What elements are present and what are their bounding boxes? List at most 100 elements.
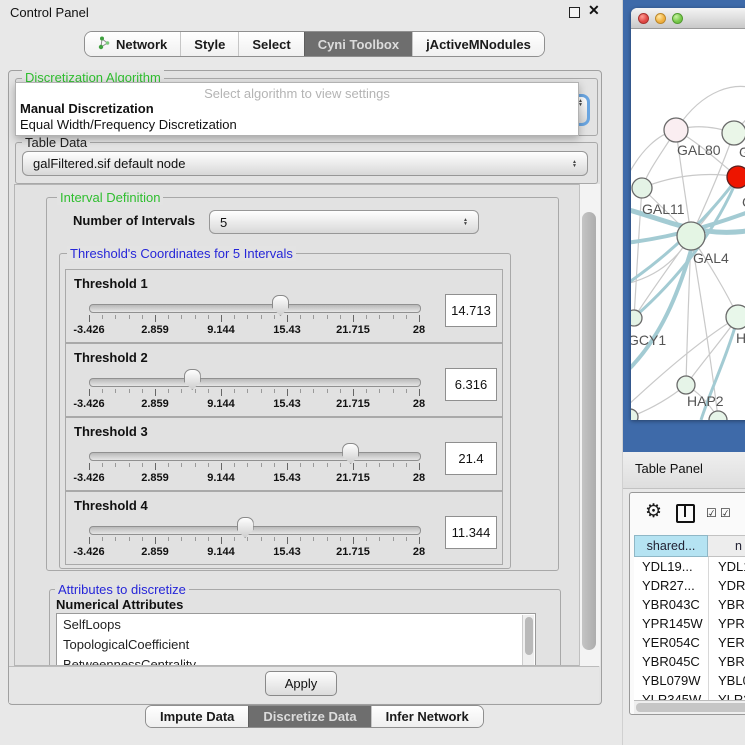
column-header-name[interactable]: n: [708, 535, 745, 557]
node-bottom-left[interactable]: [631, 409, 638, 420]
slider-tick: [340, 389, 341, 393]
slider-tick: [261, 315, 262, 319]
node-GAL4[interactable]: [677, 222, 705, 250]
node-GAL80[interactable]: [664, 118, 688, 142]
cell-name[interactable]: YDL1: [708, 557, 745, 576]
node-HAP2[interactable]: [677, 376, 695, 394]
cell-shared-name[interactable]: YPR145W: [634, 616, 708, 631]
table-row[interactable]: YDR27... YDR2: [634, 576, 745, 595]
threshold-slider-track[interactable]: [89, 378, 421, 387]
node-red-selected[interactable]: [727, 166, 745, 188]
network-window-titlebar[interactable]: [631, 8, 745, 29]
cell-name[interactable]: YBR0: [708, 652, 745, 671]
table-row[interactable]: YBR043C YBR0: [634, 595, 745, 614]
list-scrollbar[interactable]: [522, 615, 534, 666]
threshold-slider-track[interactable]: [89, 452, 421, 461]
node-GCY1[interactable]: [631, 310, 642, 326]
table-row[interactable]: YER054C YER0: [634, 633, 745, 652]
checkbox-icon[interactable]: ☑: [720, 506, 731, 520]
table-data-combo-value: galFiltered.sif default node: [33, 156, 185, 171]
float-window-icon[interactable]: [569, 7, 580, 18]
slider-tick: [181, 537, 182, 541]
table-hscrollbar[interactable]: [634, 700, 745, 714]
cell-name[interactable]: YDR2: [708, 576, 745, 595]
cell-shared-name[interactable]: YDR27...: [634, 578, 708, 593]
tab-network[interactable]: Network: [85, 32, 180, 56]
right-split-region: GAL80 G C GAL11 GAL4 GCY1 H HAP2 Table P…: [622, 0, 745, 745]
slider-tick: [300, 537, 301, 541]
close-traffic-light[interactable]: [638, 13, 649, 24]
threshold-value-field[interactable]: 21.4: [445, 442, 497, 475]
tab-cyni-toolbox[interactable]: Cyni Toolbox: [304, 32, 412, 56]
slider-tick-label: 21.715: [336, 546, 370, 558]
table-row[interactable]: YBR045C YBR0: [634, 652, 745, 671]
network-canvas[interactable]: GAL80 G C GAL11 GAL4 GCY1 H HAP2: [631, 29, 745, 420]
zoom-traffic-light[interactable]: [672, 13, 683, 24]
table-row[interactable]: YPR145W YPR1: [634, 614, 745, 633]
cell-name[interactable]: YPR1: [708, 614, 745, 633]
slider-ticks: [89, 537, 420, 546]
table-row[interactable]: YLR345W YLR3: [634, 690, 745, 700]
close-icon[interactable]: ✕: [588, 2, 600, 19]
threshold-value-field[interactable]: 14.713: [445, 294, 497, 327]
dropdown-option[interactable]: Manual Discretization: [20, 101, 154, 116]
tab-discretize-data[interactable]: Discretize Data: [248, 706, 370, 727]
slider-tick-label: 15.43: [273, 398, 301, 410]
cell-name[interactable]: YLR3: [708, 690, 745, 700]
threshold-value-field[interactable]: 6.316: [445, 368, 497, 401]
thresholds-group-title: Threshold's Coordinates for 5 Intervals: [67, 246, 296, 261]
slider-tick: [287, 463, 288, 470]
cell-shared-name[interactable]: YBR045C: [634, 654, 708, 669]
threshold-slider-track[interactable]: [89, 526, 421, 535]
tab-select[interactable]: Select: [238, 32, 303, 56]
tab-infer-network[interactable]: Infer Network: [371, 706, 483, 727]
column-layout-icon[interactable]: [676, 504, 695, 523]
slider-tick: [247, 389, 248, 393]
slider-ticks: [89, 315, 420, 324]
cell-shared-name[interactable]: YER054C: [634, 635, 708, 650]
threshold-slider-track[interactable]: [89, 304, 421, 313]
cell-name[interactable]: YER0: [708, 633, 745, 652]
threshold-panel: Threshold 4 -3.4262.8599.14415.4321.7152…: [65, 491, 503, 565]
tab-style[interactable]: Style: [180, 32, 238, 56]
node-GAL11[interactable]: [632, 178, 652, 198]
table-data-combo[interactable]: galFiltered.sif default node ▲▼: [22, 151, 588, 176]
numerical-attributes-list: SelfLoopsTopologicalCoefficientBetweenne…: [56, 613, 536, 666]
node-bottom[interactable]: [709, 411, 727, 420]
slider-tick: [221, 537, 222, 544]
minimize-traffic-light[interactable]: [655, 13, 666, 24]
number-of-intervals-combo[interactable]: 5 ▲▼: [209, 210, 479, 234]
slider-tick: [221, 389, 222, 396]
tab-label: Infer Network: [386, 709, 469, 724]
cell-name[interactable]: YBL0: [708, 671, 745, 690]
cell-shared-name[interactable]: YBL079W: [634, 673, 708, 688]
checkbox-icon[interactable]: ☑: [706, 506, 717, 520]
network-graph[interactable]: GAL80 G C GAL11 GAL4 GCY1 H HAP2: [631, 29, 745, 420]
slider-tick-labels: -3.4262.8599.14415.4321.71528: [89, 324, 420, 336]
list-item[interactable]: SelfLoops: [57, 614, 535, 634]
threshold-value-field[interactable]: 11.344: [445, 516, 497, 549]
list-item[interactable]: BetweennessCentrality: [57, 654, 535, 666]
list-scrollbar-thumb[interactable]: [525, 617, 533, 655]
cell-name[interactable]: YBR0: [708, 595, 745, 614]
tab-impute-data[interactable]: Impute Data: [146, 706, 248, 727]
table-row[interactable]: YBL079W YBL0: [634, 671, 745, 690]
tab-jactivemnodules[interactable]: jActiveMNodules: [412, 32, 544, 56]
slider-tick: [353, 389, 354, 396]
column-header-shared-name[interactable]: shared...: [634, 535, 708, 557]
threshold-label: Threshold 1: [74, 276, 148, 291]
dropdown-option[interactable]: Equal Width/Frequency Discretization: [20, 117, 237, 132]
slider-tick-label: 28: [413, 546, 425, 558]
gear-icon[interactable]: ⚙: [645, 500, 662, 523]
cell-shared-name[interactable]: YLR345W: [634, 692, 708, 700]
apply-button[interactable]: Apply: [265, 671, 337, 696]
list-item[interactable]: TopologicalCoefficient: [57, 634, 535, 654]
table-row[interactable]: YDL19... YDL1: [634, 557, 745, 576]
cell-shared-name[interactable]: YDL19...: [634, 559, 708, 574]
slider-tick: [155, 537, 156, 544]
panel-scrollbar-thumb[interactable]: [582, 212, 596, 650]
table-hscrollbar-thumb[interactable]: [636, 703, 745, 712]
node-top-right[interactable]: [722, 121, 745, 145]
node-H[interactable]: [726, 305, 745, 329]
cell-shared-name[interactable]: YBR043C: [634, 597, 708, 612]
